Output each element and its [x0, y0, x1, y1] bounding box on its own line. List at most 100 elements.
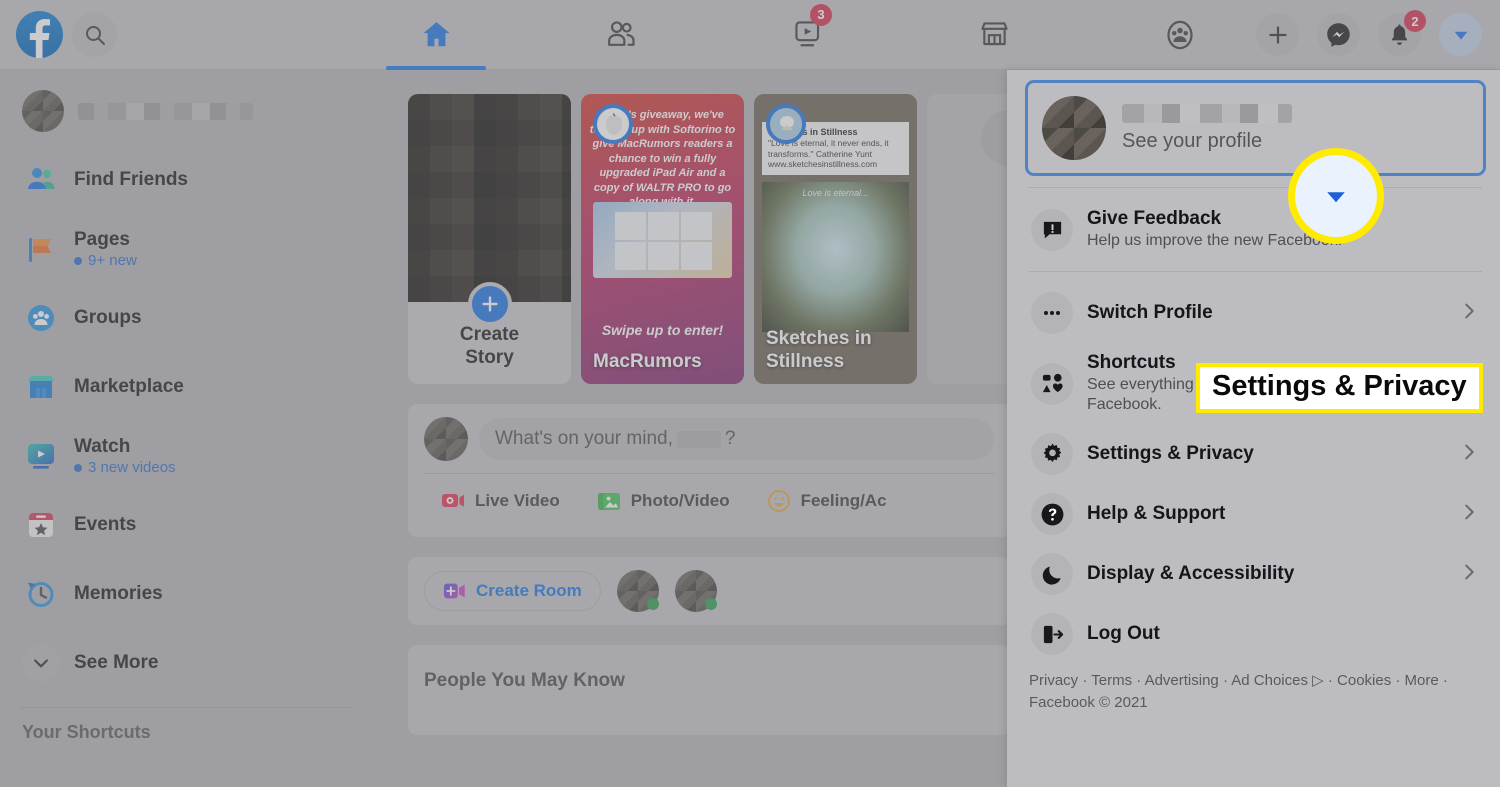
- chevron-down-icon: [1454, 31, 1467, 40]
- notifications-badge: 2: [1404, 10, 1426, 32]
- chevron-right-icon: [1458, 441, 1480, 468]
- sidebar-item-label: Groups: [74, 307, 142, 329]
- left-sidebar: Find Friends Pages 9+ new Groups Marketp…: [0, 70, 370, 787]
- sidebar-divider: [20, 707, 350, 708]
- create-story-line2: Story: [465, 347, 514, 369]
- sidebar-item-see-more[interactable]: See More: [14, 638, 360, 688]
- menu-item-switch-profile[interactable]: Switch Profile: [1025, 283, 1486, 343]
- sidebar-item-badge: 3 new videos: [74, 459, 176, 476]
- watch-badge: 3: [810, 3, 832, 26]
- create-story-plus-icon[interactable]: [467, 282, 512, 326]
- story-screenshot-grid: [615, 212, 712, 270]
- menu-item-text: Switch Profile: [1087, 302, 1444, 324]
- dropdown-footer-links[interactable]: Privacy · Terms · Advertising · Ad Choic…: [1025, 664, 1486, 714]
- friends-icon: [608, 20, 635, 46]
- menu-item-title: Give Feedback: [1087, 208, 1222, 229]
- chevron-down-icon: [1327, 192, 1345, 203]
- story-avatar-ring: [593, 104, 633, 144]
- gear-icon: [1031, 433, 1073, 475]
- menu-item-subtitle: Help us improve the new Facebook.: [1087, 232, 1343, 249]
- menu-item-title: Settings & Privacy: [1087, 443, 1254, 464]
- nav-groups[interactable]: [1126, 4, 1234, 66]
- room-participant-avatar[interactable]: [616, 570, 659, 612]
- account-menu-button[interactable]: [1439, 13, 1482, 56]
- story-swipe-text: Swipe up to enter!: [601, 322, 724, 338]
- sidebar-item-sub: 9+ new: [88, 252, 137, 270]
- sidebar-item-memories[interactable]: Memories: [14, 569, 360, 619]
- story-create-card[interactable]: Create Story: [408, 94, 571, 384]
- composer-action-label: Live Video: [475, 491, 560, 510]
- sidebar-item-sub: 3 new videos: [88, 459, 176, 477]
- create-story-label: Create Story: [408, 323, 571, 371]
- story-art-caption: Love is eternal...: [802, 188, 869, 198]
- pages-icon: [22, 230, 60, 268]
- menu-item-help-support[interactable]: Help & Support: [1025, 484, 1486, 544]
- sidebar-item-profile[interactable]: [14, 86, 360, 136]
- menu-item-text: Log Out: [1087, 623, 1480, 645]
- pymk-title: People You May Know: [424, 670, 625, 691]
- header-left: [0, 11, 360, 58]
- menu-item-title: Switch Profile: [1087, 302, 1213, 323]
- rooms-card: Create Room: [408, 557, 1010, 625]
- story-artwork: Love is eternal...: [762, 182, 909, 332]
- header-actions: 2: [1256, 10, 1500, 56]
- menu-item-text: Give Feedback Help us improve the new Fa…: [1087, 208, 1480, 251]
- create-room-label: Create Room: [476, 581, 582, 600]
- photo-video-button[interactable]: Photo/Video: [596, 488, 730, 514]
- search-button[interactable]: [72, 12, 117, 57]
- menu-item-give-feedback[interactable]: Give Feedback Help us improve the new Fa…: [1025, 199, 1486, 260]
- sidebar-item-label: Marketplace: [74, 376, 184, 398]
- marketplace-icon: [22, 368, 60, 406]
- sidebar-item-label: Watch: [74, 435, 131, 457]
- rooms-row: Create Room: [424, 570, 994, 612]
- menu-item-log-out[interactable]: Log Out: [1025, 604, 1486, 664]
- post-composer-input[interactable]: What's on your mind, ?: [479, 418, 994, 460]
- sidebar-item-badge: 9+ new: [74, 252, 137, 269]
- news-feed: Create Story week's giveaway, we've team…: [370, 70, 1090, 787]
- create-button[interactable]: [1256, 13, 1299, 56]
- feeling-activity-button[interactable]: Feeling/Ac: [766, 488, 887, 514]
- dots-icon: [1031, 292, 1073, 334]
- sidebar-item-watch[interactable]: Watch 3 new videos: [14, 431, 360, 481]
- room-participant-avatar[interactable]: [674, 570, 717, 612]
- sidebar-item-marketplace[interactable]: Marketplace: [14, 362, 360, 412]
- see-your-profile-card[interactable]: See your profile: [1025, 80, 1486, 176]
- new-dot-icon: [74, 256, 82, 265]
- shortcuts-heading: Your Shortcuts: [22, 722, 151, 742]
- facebook-logo-icon[interactable]: [16, 11, 63, 58]
- nav-marketplace[interactable]: [940, 4, 1048, 66]
- live-video-button[interactable]: Live Video: [440, 488, 560, 514]
- feedback-icon: [1031, 208, 1073, 251]
- menu-divider: [1029, 271, 1482, 272]
- annotation-callout-label: Settings & Privacy: [1196, 363, 1483, 413]
- nav-friends[interactable]: [568, 4, 676, 66]
- messenger-button[interactable]: [1317, 13, 1360, 56]
- sidebar-item-groups[interactable]: Groups: [14, 293, 360, 343]
- menu-item-settings-privacy[interactable]: Settings & Privacy: [1025, 424, 1486, 484]
- menu-item-display-accessibility[interactable]: Display & Accessibility: [1025, 544, 1486, 604]
- video-plus-icon: [443, 583, 465, 599]
- story-card-sketches[interactable]: Sketches in Stillness "Love is eternal, …: [754, 94, 917, 384]
- create-room-button[interactable]: Create Room: [424, 571, 601, 611]
- groups-icon: [1167, 20, 1193, 49]
- feeling-icon: [767, 490, 790, 512]
- post-composer-card: What's on your mind, ? Live Video Photo/…: [408, 404, 1010, 537]
- notifications-button[interactable]: 2: [1378, 10, 1426, 56]
- sidebar-item-label: See More: [74, 652, 159, 674]
- story-card-macrumors[interactable]: week's giveaway, we've teamed up with So…: [581, 94, 744, 384]
- sidebar-item-pages[interactable]: Pages 9+ new: [14, 224, 360, 274]
- profile-card-text: See your profile: [1122, 103, 1292, 153]
- nav-home[interactable]: [382, 4, 490, 70]
- online-status-dot: [704, 598, 717, 610]
- sidebar-item-events[interactable]: Events: [14, 500, 360, 550]
- nav-watch[interactable]: 3: [754, 3, 862, 66]
- sidebar-item-find-friends[interactable]: Find Friends: [14, 155, 360, 205]
- avatar: [424, 417, 468, 461]
- photo-video-icon: [597, 493, 620, 510]
- menu-item-title: Log Out: [1087, 623, 1160, 644]
- composer-action-label: Feeling/Ac: [800, 491, 887, 510]
- sidebar-item-label: Events: [74, 514, 137, 536]
- story-title: Sketches in Stillness: [766, 328, 872, 373]
- composer-row: What's on your mind, ?: [424, 417, 994, 461]
- create-story-line1: Create: [459, 323, 520, 345]
